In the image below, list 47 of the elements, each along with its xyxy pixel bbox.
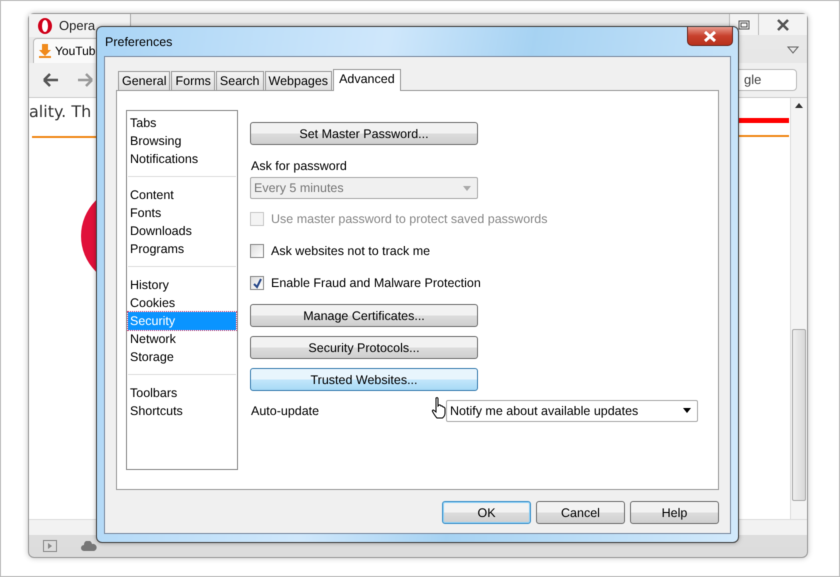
caret-icon: [683, 408, 691, 413]
dialog-button[interactable]: Help: [630, 501, 719, 524]
scroll-up-icon[interactable]: [795, 102, 803, 108]
category-item[interactable]: Shortcuts: [128, 402, 236, 420]
category-item[interactable]: Browsing: [128, 132, 236, 150]
tab[interactable]: Forms: [171, 71, 215, 90]
scrollbar[interactable]: [790, 98, 807, 519]
field-label: Auto-update: [251, 403, 320, 420]
settings-button[interactable]: Trusted Websites...: [250, 368, 478, 391]
close-icon: [776, 18, 790, 30]
checkbox-label: Enable Fraud and Malware Protection: [271, 276, 481, 290]
cloud-icon[interactable]: [81, 541, 97, 551]
checkbox[interactable]: [250, 276, 264, 290]
download-icon: [38, 44, 52, 58]
close-button[interactable]: [758, 14, 807, 35]
page-text: ality. Th: [29, 102, 92, 121]
tab[interactable]: Advanced: [333, 69, 401, 91]
forward-icon[interactable]: [77, 73, 93, 87]
back-icon[interactable]: [43, 73, 59, 87]
hand-cursor-icon: [431, 397, 447, 419]
category-item[interactable]: Cookies: [128, 294, 236, 312]
category-item[interactable]: Toolbars: [128, 384, 236, 402]
category-item[interactable]: Storage: [128, 348, 236, 366]
close-button[interactable]: [687, 27, 733, 46]
maximize-icon: [738, 20, 750, 30]
panel-icon[interactable]: [43, 540, 57, 552]
dialog-button[interactable]: OK: [442, 501, 531, 524]
category-item[interactable]: Tabs: [128, 114, 236, 132]
settings-button[interactable]: Manage Certificates...: [250, 304, 478, 327]
close-icon: [702, 30, 718, 42]
caret-icon[interactable]: [787, 46, 799, 54]
checkbox-label: Use master password to protect saved passwords: [271, 212, 548, 226]
category-item[interactable]: History: [128, 276, 236, 294]
caret-icon: [463, 186, 471, 190]
category-item[interactable]: Network: [128, 330, 236, 348]
checkbox[interactable]: [250, 244, 264, 258]
dropdown[interactable]: Notify me about available updates: [446, 400, 698, 422]
checkbox-label: Ask websites not to track me: [271, 244, 430, 258]
field-label: Ask for password: [251, 158, 347, 175]
category-item[interactable]: Notifications: [128, 150, 236, 168]
settings-button[interactable]: Security Protocols...: [250, 336, 478, 359]
tab[interactable]: General: [118, 71, 170, 90]
tab[interactable]: Search: [216, 71, 264, 90]
settings-button[interactable]: Set Master Password...: [250, 122, 478, 145]
logo-icon: [37, 16, 53, 34]
dialog-button[interactable]: Cancel: [536, 501, 625, 524]
tab[interactable]: Webpages: [264, 71, 332, 90]
